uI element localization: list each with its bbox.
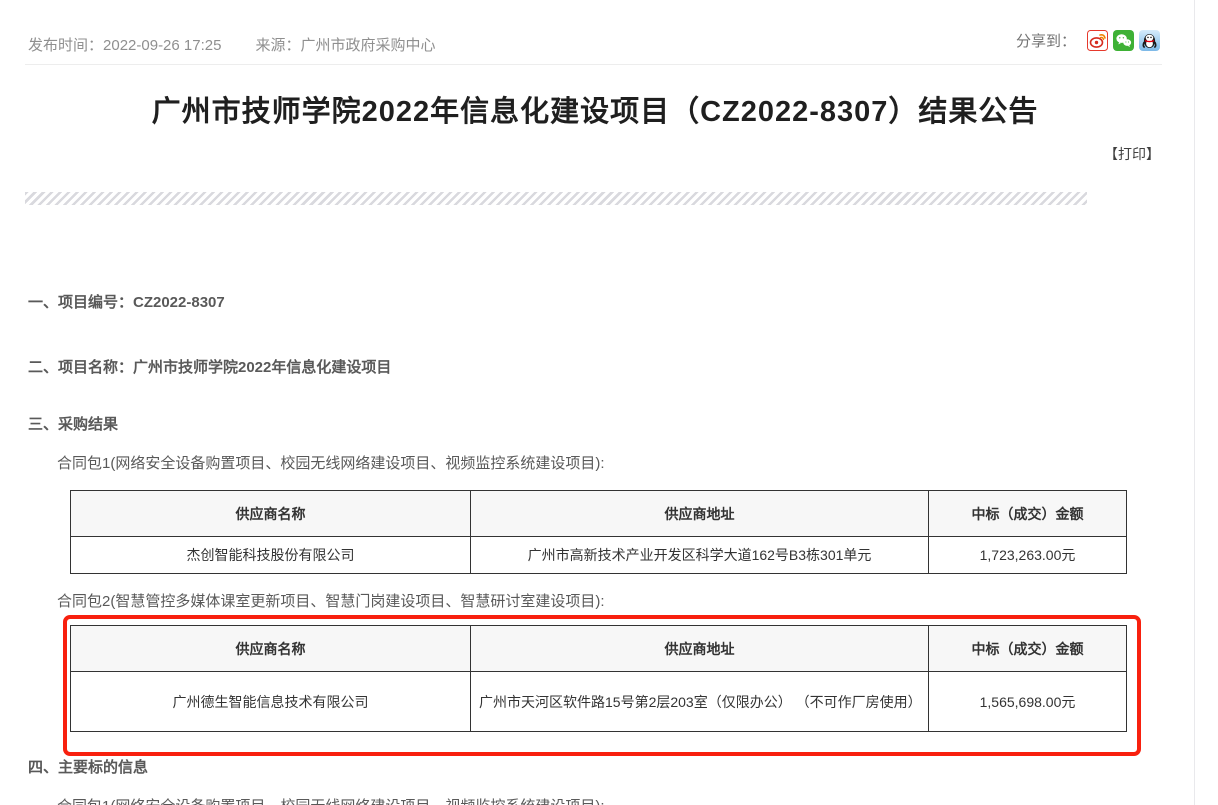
package1-result-table: 供应商名称 供应商地址 中标（成交）金额 杰创智能科技股份有限公司 广州市高新技… [70,490,1127,574]
publish-time: 发布时间：2022-09-26 17:25 [28,34,221,55]
source-label: 来源： [255,37,300,54]
table-row: 杰创智能科技股份有限公司 广州市高新技术产业开发区科学大道162号B3栋301单… [71,537,1127,574]
package2-intro: 合同包2(智慧管控多媒体课室更新项目、智慧门岗建设项目、智慧研讨室建设项目): [57,590,605,611]
section-main-subject-info: 四、主要标的信息 [28,756,148,777]
section-project-number: 一、项目编号：CZ2022-8307 [28,291,225,312]
header-supplier-address: 供应商地址 [471,491,929,537]
publish-time-value: 2022-09-26 17:25 [103,37,221,54]
publish-time-label: 发布时间： [28,37,103,54]
meta-row: 发布时间：2022-09-26 17:25 来源：广州市政府采购中心 [28,33,1158,55]
header-award-amount: 中标（成交）金额 [929,491,1127,537]
section-procurement-result: 三、采购结果 [28,413,118,434]
package2-supplier: 广州德生智能信息技术有限公司 [71,672,471,732]
table-header-row: 供应商名称 供应商地址 中标（成交）金额 [71,491,1127,537]
section-project-name: 二、项目名称：广州市技师学院2022年信息化建设项目 [28,356,391,377]
print-button[interactable]: 【打印】 [1104,144,1160,164]
announcement-page: 发布时间：2022-09-26 17:25 来源：广州市政府采购中心 分享到： [0,0,1218,805]
package1-intro: 合同包1(网络安全设备购置项目、校园无线网络建设项目、视频监控系统建设项目): [57,452,605,473]
page-title: 广州市技师学院2022年信息化建设项目（CZ2022-8307）结果公告 [0,88,1190,130]
qq-share-icon[interactable] [1139,30,1160,51]
table-header-row: 供应商名称 供应商地址 中标（成交）金额 [71,626,1127,672]
package2-result-table: 供应商名称 供应商地址 中标（成交）金额 广州德生智能信息技术有限公司 广州市天… [70,625,1127,732]
package2-address: 广州市天河区软件路15号第2层203室（仅限办公） （不可作厂房使用） [471,672,929,732]
header-award-amount: 中标（成交）金额 [929,626,1127,672]
share-bar: 分享到： [1016,30,1160,51]
table-row: 广州德生智能信息技术有限公司 广州市天河区软件路15号第2层203室（仅限办公）… [71,672,1127,732]
header-supplier-address: 供应商地址 [471,626,929,672]
weibo-share-icon[interactable] [1087,30,1108,51]
wechat-share-icon[interactable] [1113,30,1134,51]
source: 来源：广州市政府采购中心 [255,34,435,55]
clipped-bottom-text: 合同包1(网络安全设备购置项目、校园无线网络建设项目、视频监控系统建设项目): [57,795,605,805]
hatched-divider [25,192,1087,205]
package1-supplier: 杰创智能科技股份有限公司 [71,537,471,574]
page-right-border [1194,0,1195,805]
package1-address: 广州市高新技术产业开发区科学大道162号B3栋301单元 [471,537,929,574]
header-supplier-name: 供应商名称 [71,626,471,672]
header-supplier-name: 供应商名称 [71,491,471,537]
package1-amount: 1,723,263.00元 [929,537,1127,574]
package2-amount: 1,565,698.00元 [929,672,1127,732]
meta-divider-line [25,64,1162,65]
source-value: 广州市政府采购中心 [300,37,435,54]
share-label: 分享到： [1016,30,1076,51]
